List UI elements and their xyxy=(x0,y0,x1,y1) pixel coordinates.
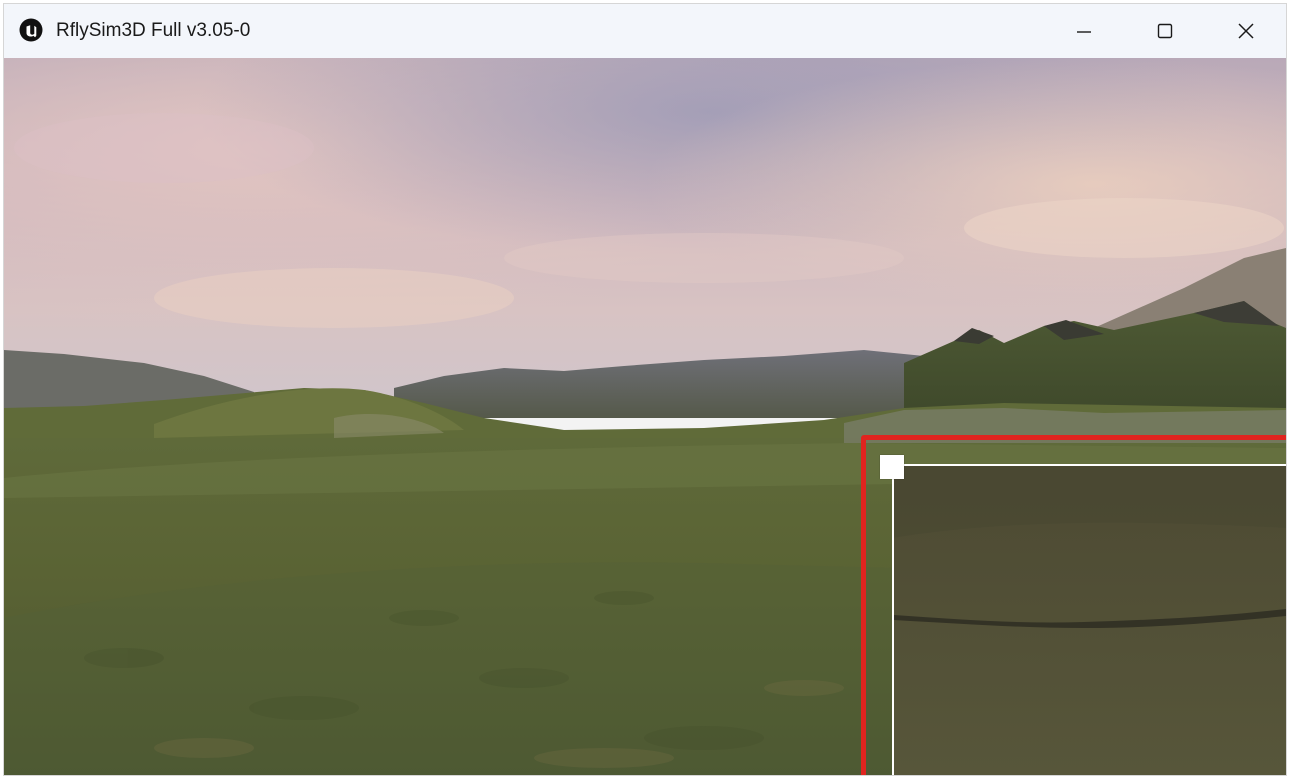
camera-inset-view xyxy=(892,464,1286,775)
app-window: RflySim3D Full v3.05-0 xyxy=(4,4,1286,775)
minimize-icon xyxy=(1077,31,1091,33)
minimize-button[interactable] xyxy=(1044,4,1124,58)
window-title: RflySim3D Full v3.05-0 xyxy=(56,20,251,41)
3d-viewport[interactable] xyxy=(4,58,1286,775)
close-button[interactable] xyxy=(1206,4,1286,58)
maximize-icon xyxy=(1157,23,1173,39)
inset-resize-handle[interactable] xyxy=(880,455,904,479)
close-icon xyxy=(1238,23,1254,39)
unreal-engine-logo-icon xyxy=(19,18,43,42)
title-bar[interactable]: RflySim3D Full v3.05-0 xyxy=(4,4,1286,58)
maximize-button[interactable] xyxy=(1125,4,1205,58)
